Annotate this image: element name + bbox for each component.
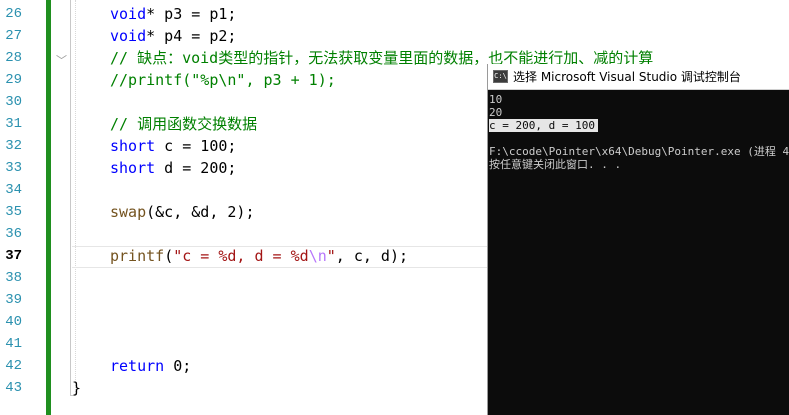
console-output-line: 20: [489, 106, 503, 119]
console-title: 选择 Microsoft Visual Studio 调试控制台: [513, 70, 741, 84]
code-token: (: [164, 247, 174, 265]
code-line[interactable]: // 调用函数交换数据: [110, 113, 257, 135]
console-output-line: F:\ccode\Pointer\x64\Debug\Pointer.exe (…: [489, 145, 789, 158]
line-number: 31: [5, 116, 22, 132]
collapse-chevron-icon[interactable]: ﹀: [56, 52, 67, 68]
line-number: 30: [5, 94, 22, 110]
console-output-line: 10: [489, 93, 503, 106]
code-token: \n: [308, 247, 327, 265]
console-output-line: c = 200, d = 100: [489, 119, 598, 132]
line-number: 43: [5, 380, 22, 396]
line-number: 37: [5, 248, 22, 264]
console-titlebar[interactable]: C:\ 选择 Microsoft Visual Studio 调试控制台: [488, 64, 789, 90]
code-token: short: [110, 159, 156, 177]
code-line[interactable]: short d = 200;: [110, 157, 236, 179]
code-line[interactable]: }: [72, 377, 81, 399]
debug-console-window[interactable]: C:\ 选择 Microsoft Visual Studio 调试控制台 10 2…: [487, 64, 789, 415]
line-number: 28: [5, 50, 22, 66]
code-token: c = 100;: [155, 137, 237, 155]
code-token: short: [110, 137, 156, 155]
code-token: swap: [110, 203, 147, 221]
code-token: "c = %d, d = %d: [173, 247, 309, 265]
code-line[interactable]: swap(&c, &d, 2);: [110, 201, 255, 223]
code-token: * p3 = p1;: [146, 5, 237, 23]
line-number: 27: [5, 28, 22, 44]
line-number: 34: [5, 182, 22, 198]
line-number: 40: [5, 314, 22, 330]
code-token: ": [326, 247, 336, 265]
code-line[interactable]: short c = 100;: [110, 135, 236, 157]
code-line[interactable]: //printf("%p\n", p3 + 1);: [110, 69, 336, 91]
code-token: 0;: [164, 357, 192, 375]
code-line[interactable]: void* p3 = p1;: [110, 3, 236, 25]
line-number: 33: [5, 160, 22, 176]
code-line[interactable]: void* p4 = p2;: [110, 25, 236, 47]
code-token: , c, d);: [335, 247, 409, 265]
code-token: void: [110, 5, 147, 23]
code-line[interactable]: return 0;: [110, 355, 191, 377]
line-number-gutter: 26 27 28 29 30 31 32 33 34 35 36 37 38 39 40 41 42 43: [0, 0, 34, 415]
code-token: void: [110, 27, 147, 45]
line-number: 39: [5, 292, 22, 308]
code-token: //printf("%p\n", p3 + 1);: [110, 71, 336, 89]
code-line[interactable]: printf("c = %d, d = %d\n", c, d);: [110, 245, 408, 267]
code-token: }: [72, 379, 82, 397]
code-token: * p4 = p2;: [146, 27, 237, 45]
line-number: 42: [5, 358, 22, 374]
line-number: 29: [5, 72, 22, 88]
line-number: 35: [5, 204, 22, 220]
console-output-line: 按任意键关闭此窗口. . .: [489, 158, 622, 171]
line-number: 26: [5, 6, 22, 22]
fold-guide: [70, 0, 71, 396]
console-app-icon: C:\: [493, 70, 508, 83]
code-token: printf: [110, 247, 165, 265]
indent-guide: [75, 0, 76, 396]
line-number: 38: [5, 270, 22, 286]
line-number: 41: [5, 336, 22, 352]
code-token: d = 200;: [155, 159, 237, 177]
code-token: return: [110, 357, 165, 375]
change-indicator-bar: [46, 0, 51, 415]
code-token: (&c, &d, 2);: [146, 203, 255, 221]
line-number: 36: [5, 226, 22, 242]
line-number: 32: [5, 138, 22, 154]
code-token: // 调用函数交换数据: [110, 115, 258, 133]
